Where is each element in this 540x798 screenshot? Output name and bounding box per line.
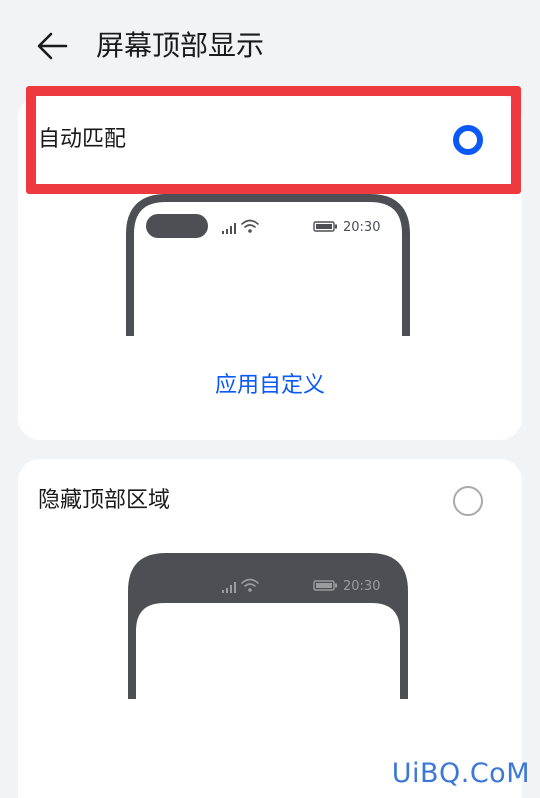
option-card-hide-top[interactable]: 隐藏顶部区域 20:30 <box>18 459 522 798</box>
preview-time-auto-match: 20:30 <box>343 220 380 235</box>
option-label-auto-match: 自动匹配 <box>38 127 127 152</box>
phone-preview-auto-match: 20:30 <box>126 194 410 336</box>
option-card-auto-match[interactable]: 自动匹配 20:30 应用自定义 <box>18 96 522 440</box>
app-customize-link[interactable]: 应用自定义 <box>18 370 522 402</box>
arrow-left-icon[interactable] <box>34 26 74 66</box>
radio-auto-match[interactable] <box>453 125 483 155</box>
preview-time-hide-top: 20:30 <box>343 579 380 594</box>
phone-preview-hide-top: 20:30 <box>128 553 408 699</box>
option-label-hide-top: 隐藏顶部区域 <box>38 488 171 513</box>
watermark: UiBQ.CoM <box>391 758 530 789</box>
title-bar: 屏幕顶部显示 <box>0 0 540 90</box>
radio-hide-top[interactable] <box>453 486 483 516</box>
page-title: 屏幕顶部显示 <box>96 29 265 62</box>
